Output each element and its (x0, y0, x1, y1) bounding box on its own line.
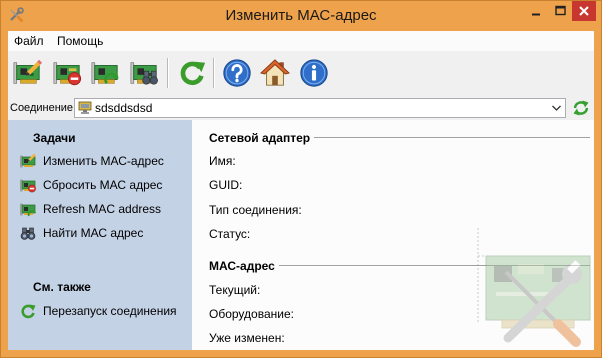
adapter-name-label: Имя: (209, 154, 236, 168)
close-button[interactable] (572, 1, 596, 21)
task-panel: Задачи Изменить МАС-адрес Сбросить МАС а… (8, 120, 192, 350)
minimize-icon (532, 13, 540, 16)
toolbar (8, 51, 594, 96)
refresh-icon (573, 100, 589, 116)
connection-label: Соединение (10, 102, 74, 114)
adapter-guid-label: GUID: (209, 178, 243, 192)
menu-bar: Файл Помощь (8, 31, 594, 51)
current-mac-label: Текущий: (209, 283, 261, 297)
toolbar-separator (167, 58, 169, 88)
home-button[interactable] (259, 57, 291, 89)
task-find-mac[interactable]: Найти МАС адрес (18, 223, 190, 243)
connection-value: sdsddsdsd (95, 101, 153, 115)
refresh-mac-icon (91, 62, 119, 85)
network-card-tools-illustration (472, 228, 592, 348)
menu-help[interactable]: Помощь (53, 31, 107, 51)
task-label: Изменить МАС-адрес (43, 154, 164, 168)
help-icon (223, 59, 251, 87)
adapter-heading: Сетевой адаптер (209, 131, 311, 145)
main-area: Задачи Изменить МАС-адрес Сбросить МАС а… (8, 120, 594, 350)
refresh-mac-button[interactable] (89, 57, 121, 89)
already-changed-label: Уже изменен: (209, 331, 285, 345)
maximize-icon (555, 5, 566, 16)
dropdown-arrow-button[interactable] (548, 99, 565, 117)
task-label: Найти МАС адрес (43, 226, 144, 240)
connection-row: Соединение sdsddsdsd (8, 96, 594, 120)
restart-connection-button[interactable] (176, 57, 208, 89)
adapter-section-header: Сетевой адаптер (209, 130, 590, 146)
task-label: Refresh MAC address (43, 202, 162, 216)
toolbar-separator (213, 58, 215, 88)
app-window: Изменить МАС-адрес Файл Помощь Соединени… (0, 0, 602, 358)
hardware-mac-label: Оборудование: (209, 307, 294, 321)
details-panel: Сетевой адаптер Имя: GUID: Тип соединени… (192, 120, 594, 350)
home-icon (260, 59, 290, 86)
change-mac-icon (13, 59, 42, 84)
task-label: Перезапуск соединения (43, 304, 177, 318)
binoculars-icon (20, 227, 36, 240)
info-button[interactable] (298, 57, 330, 89)
minimize-button[interactable] (525, 1, 548, 21)
restart-connection-icon (21, 304, 36, 319)
maximize-button[interactable] (549, 1, 572, 21)
task-restart-connection[interactable]: Перезапуск соединения (18, 301, 190, 321)
change-mac-button[interactable] (11, 57, 43, 89)
chevron-down-icon (552, 105, 561, 111)
refresh-mac-icon (20, 203, 36, 217)
reset-mac-button[interactable] (51, 57, 83, 89)
tasks-heading: Задачи (33, 131, 76, 145)
connection-select[interactable]: sdsddsdsd (74, 98, 566, 118)
info-icon (300, 59, 328, 87)
mac-heading: МАС-адрес (209, 259, 275, 273)
restart-connection-icon (180, 61, 206, 85)
task-label: Сбросить МАС адрес (43, 178, 163, 192)
section-divider (314, 137, 590, 139)
close-icon (579, 6, 589, 16)
reset-mac-icon (53, 62, 82, 86)
connection-refresh-button[interactable] (572, 99, 590, 117)
task-reset-mac[interactable]: Сбросить МАС адрес (18, 175, 190, 195)
see-also-heading: См. также (33, 280, 91, 294)
network-adapter-icon (78, 101, 92, 114)
find-mac-icon (130, 62, 158, 85)
help-button[interactable] (221, 57, 253, 89)
change-mac-icon (20, 153, 36, 168)
task-change-mac[interactable]: Изменить МАС-адрес (18, 151, 190, 171)
connection-type-label: Тип соединения: (209, 203, 302, 217)
window-title: Изменить МАС-адрес (225, 7, 377, 24)
reset-mac-icon (20, 179, 36, 193)
find-mac-button[interactable] (128, 57, 160, 89)
status-label: Статус: (209, 227, 251, 241)
menu-file[interactable]: Файл (10, 31, 48, 51)
task-refresh-mac[interactable]: Refresh MAC address (18, 199, 190, 219)
